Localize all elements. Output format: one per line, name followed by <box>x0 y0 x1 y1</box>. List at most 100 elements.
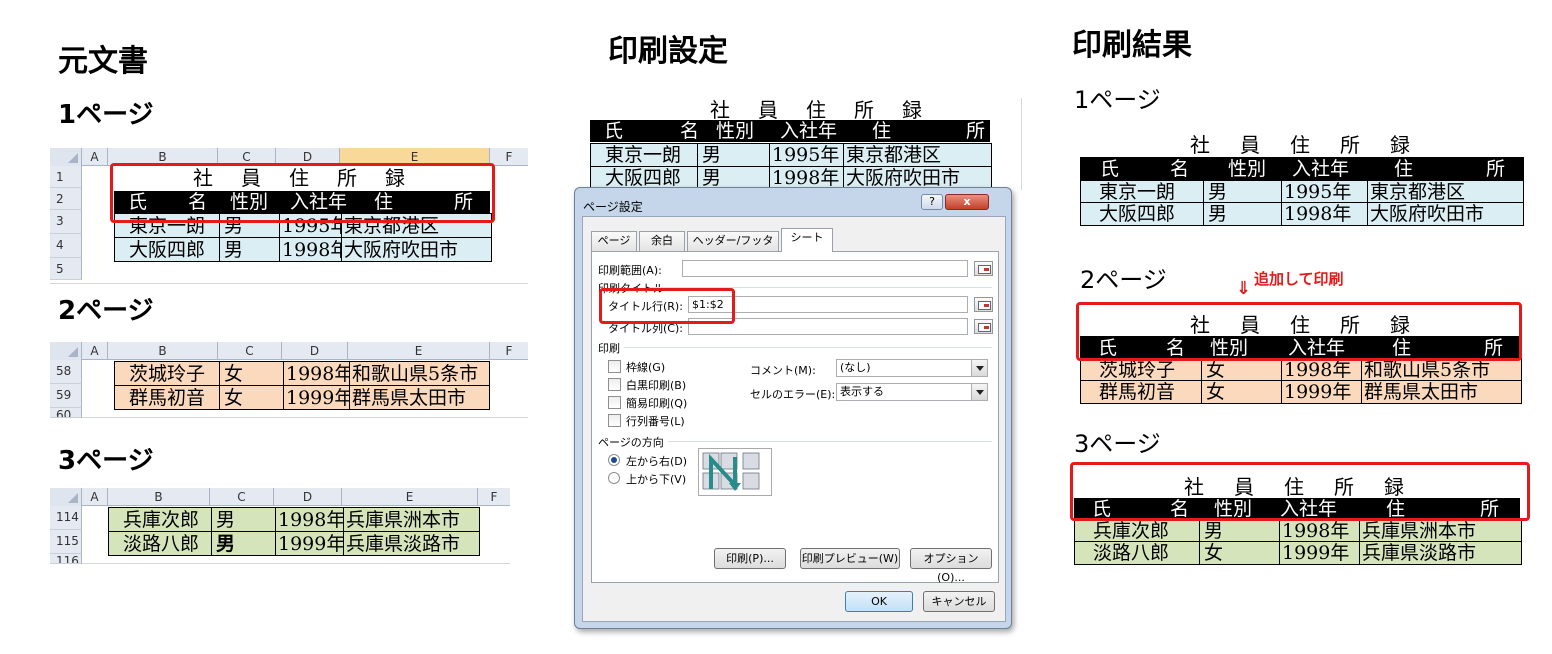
result-page2-heading: 2ページ <box>1080 266 1167 294</box>
select-all-corner[interactable] <box>50 488 82 506</box>
cell-addr: 和歌山県5条市 <box>1361 358 1521 382</box>
col-f[interactable]: F <box>490 148 528 166</box>
table-row: 淡路八郎 女 1999年 兵庫県淡路市 <box>1074 541 1522 565</box>
header-addr2: 所 <box>966 120 986 142</box>
cell-year: 1995年 <box>1281 180 1367 204</box>
sheet-title: 社員住所録 <box>686 100 946 120</box>
table-row: 茨城玲子 女 1998年 和歌山県5条市 <box>1080 358 1522 382</box>
cell-year: 1999年 <box>275 532 343 556</box>
col-e[interactable]: E <box>348 342 490 360</box>
draft-checkbox[interactable] <box>608 396 621 409</box>
cell-name: 淡路八郎 <box>123 533 200 555</box>
row-header[interactable]: 5 <box>50 258 82 280</box>
tab-header-footer[interactable]: ヘッダー/フッター <box>687 231 779 265</box>
col-d[interactable]: D <box>282 342 348 360</box>
cell-year: 1998年 <box>1281 358 1361 382</box>
page1-heading: 1ページ <box>58 100 154 130</box>
options-button[interactable]: オプション(O)... <box>910 548 992 584</box>
tab-margins[interactable]: 余白 <box>639 231 685 251</box>
cell-gender: 男 <box>211 532 275 556</box>
cell-name: 淡路八郎 <box>1093 542 1170 564</box>
col-f[interactable]: F <box>478 488 510 506</box>
row-col-headings-checkbox[interactable] <box>608 414 621 427</box>
sheet-page3: A B C D E F 114 115 116 兵庫次郎 男 1998年 兵庫県… <box>50 488 510 564</box>
collapse-dialog-icon[interactable] <box>974 319 993 334</box>
cell-name: 兵庫次郎 <box>1093 520 1170 542</box>
tab-page[interactable]: ページ <box>591 231 637 251</box>
row-header[interactable]: 114 <box>50 506 82 530</box>
col-a[interactable]: A <box>82 488 108 506</box>
col-b[interactable]: B <box>108 488 210 506</box>
col-b[interactable]: B <box>108 342 218 360</box>
order-down-then-over-radio[interactable] <box>608 454 620 466</box>
print-button[interactable]: 印刷(P)... <box>714 548 786 569</box>
print-group-label: 印刷 <box>598 342 620 355</box>
row-header[interactable]: 58 <box>50 360 82 384</box>
result-page1-heading: 1ページ <box>1074 86 1161 114</box>
title-char: 録 <box>1390 133 1410 157</box>
print-area-input[interactable] <box>682 260 968 277</box>
highlight-title-rows-field <box>599 288 735 324</box>
cell-addr: 兵庫県洲本市 <box>343 508 479 532</box>
highlight-repeated-title <box>1076 302 1522 361</box>
col-f[interactable]: F <box>490 342 528 360</box>
cell-gender: 男 <box>1203 202 1281 226</box>
col-d[interactable]: D <box>274 488 342 506</box>
gridlines-checkbox[interactable] <box>608 360 621 373</box>
column-header-bar: A B C D E F <box>50 488 510 506</box>
cell-addr: 兵庫県淡路市 <box>343 532 479 556</box>
sheet-page2: A B C D E F 58 59 60 茨城玲子 女 1998年 和歌山県5条… <box>50 342 528 418</box>
close-button[interactable]: x <box>945 194 989 210</box>
cell-gender: 女 <box>1201 358 1281 382</box>
header-gender: 性別 <box>1228 158 1267 180</box>
cell-year: 1999年 <box>1279 541 1359 565</box>
chevron-down-icon[interactable] <box>971 384 987 400</box>
result-title: 社員住所録 <box>1080 134 1520 156</box>
row-header[interactable]: 59 <box>50 384 82 408</box>
original-heading: 元文書 <box>58 44 148 79</box>
table-row: 群馬初音 女 1999年 群馬県太田市 <box>114 385 490 410</box>
order-top-down-radio[interactable] <box>608 472 620 484</box>
header-addr1: 住 <box>1394 158 1414 180</box>
col-c[interactable]: C <box>218 342 282 360</box>
row-header[interactable]: 116 <box>50 554 82 564</box>
collapse-dialog-icon[interactable] <box>974 297 993 312</box>
row-header[interactable]: 4 <box>50 234 82 258</box>
result-page3-heading: 3ページ <box>1074 430 1161 458</box>
cell-errors-select[interactable]: 表示する <box>836 383 988 401</box>
cell-errors-value: 表示する <box>840 385 884 398</box>
select-all-corner[interactable] <box>50 148 82 166</box>
col-a[interactable]: A <box>82 148 108 166</box>
chevron-down-icon[interactable] <box>971 360 987 376</box>
select-all-corner[interactable] <box>50 342 82 360</box>
bw-checkbox[interactable] <box>608 378 621 391</box>
title-char: 所 <box>854 98 874 122</box>
title-char: 員 <box>1240 133 1260 157</box>
cancel-button[interactable]: キャンセル <box>923 591 995 612</box>
print-preview-button[interactable]: 印刷プレビュー(W) <box>800 548 900 569</box>
header-addr2: 所 <box>1486 158 1506 180</box>
settings-heading: 印刷設定 <box>608 34 728 69</box>
row-header[interactable]: 2 <box>50 188 82 210</box>
ok-button[interactable]: OK <box>845 591 913 612</box>
header-row: 氏 名 性別 入社年 住 所 <box>590 120 990 142</box>
cell-name: 茨城玲子 <box>1099 359 1176 381</box>
row-header[interactable]: 3 <box>50 210 82 234</box>
tab-sheet[interactable]: シート <box>781 228 833 252</box>
row-header[interactable]: 1 <box>50 166 82 188</box>
draft-label: 簡易印刷(Q) <box>626 397 688 410</box>
col-a[interactable]: A <box>82 342 108 360</box>
row-header[interactable]: 60 <box>50 408 82 418</box>
header-year: 入社年 <box>1292 158 1350 180</box>
cell-year: 1998年 <box>1281 202 1367 226</box>
cell-addr: 大阪府吹田市 <box>1367 202 1523 226</box>
collapse-dialog-icon[interactable] <box>974 261 993 276</box>
row-header[interactable]: 115 <box>50 530 82 554</box>
cell-year: 1999年 <box>1281 380 1361 404</box>
cell-name: 東京一朗 <box>1099 181 1176 203</box>
col-c[interactable]: C <box>210 488 274 506</box>
col-e[interactable]: E <box>342 488 478 506</box>
help-button[interactable]: ? <box>921 194 943 210</box>
comments-select[interactable]: (なし) <box>836 359 988 377</box>
header-addr1: 住 <box>872 120 892 142</box>
